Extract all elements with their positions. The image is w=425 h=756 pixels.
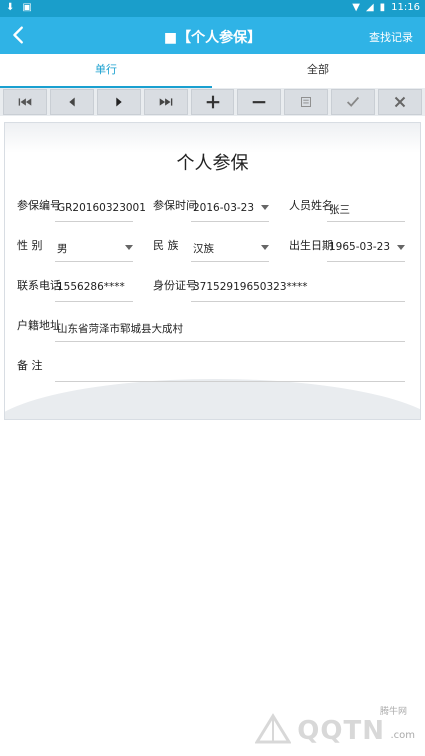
ethnicity-underline — [191, 261, 269, 262]
phone-field[interactable]: 1556286**** — [57, 281, 125, 293]
phone-label: 联系电话 — [17, 279, 61, 292]
download-icon: ⬇ — [6, 2, 15, 13]
name-label: 人员姓名 — [289, 199, 333, 212]
name-field[interactable]: 张三 — [329, 202, 350, 217]
watermark-big-text: QQTN — [297, 716, 385, 746]
watermark-com-text: .com — [390, 730, 415, 741]
card-bottom-band — [5, 379, 420, 419]
id-no-underline — [191, 301, 405, 302]
form-title: 个人参保 — [176, 153, 249, 174]
chevron-down-icon[interactable] — [125, 245, 133, 250]
check-icon — [347, 96, 360, 107]
ethnicity-label: 民 族 — [153, 239, 179, 252]
insurance-no-label: 参保编号 — [17, 199, 61, 212]
insured-date-label: 参保时间 — [153, 199, 197, 212]
edit-record-button[interactable] — [284, 89, 329, 115]
status-bar: ⬇ ▣ ▼ ◢ ▮ 11:16 — [0, 0, 425, 17]
gender-field[interactable]: 男 — [57, 241, 68, 256]
edit-icon — [301, 97, 312, 107]
first-icon — [18, 98, 32, 106]
name-underline — [327, 221, 405, 222]
cancel-record-button[interactable] — [378, 89, 423, 115]
birth-date-label: 出生日期 — [289, 239, 333, 252]
next-record-button[interactable] — [96, 89, 141, 115]
record-toolbar — [0, 88, 425, 116]
empty-area: 腾牛网 QQTN .com — [0, 422, 425, 756]
gender-label: 性 别 — [17, 239, 43, 252]
status-time: 11:16 — [391, 2, 420, 13]
prev-icon — [69, 97, 75, 107]
chevron-down-icon[interactable] — [261, 245, 269, 250]
save-record-button[interactable] — [331, 89, 376, 115]
first-record-button[interactable] — [3, 89, 47, 115]
insurance-no-underline — [55, 221, 133, 222]
phone-underline — [55, 301, 133, 302]
birth-date-underline — [327, 261, 405, 262]
ethnicity-field[interactable]: 汉族 — [193, 241, 214, 256]
id-no-label: 身份证号 — [153, 279, 197, 292]
address-underline — [55, 341, 405, 342]
insured-date-underline — [191, 221, 269, 222]
last-icon — [159, 98, 172, 106]
watermark-logo-icon — [255, 713, 291, 744]
tab-all-label: 全部 — [307, 63, 329, 76]
tab-bar: 单行 全部 — [0, 54, 425, 89]
form-card: 个人参保 参保编号 GR20160323001 参保时间 2016-03-23 … — [4, 122, 421, 420]
remark-underline — [55, 381, 405, 382]
signal-icon: ◢ — [365, 2, 374, 13]
id-no-field[interactable]: 37152919650323**** — [193, 281, 308, 293]
birth-date-field[interactable]: 1965-03-23 — [329, 241, 390, 253]
close-icon — [394, 96, 406, 108]
tab-single-row-label: 单行 — [95, 63, 117, 76]
insurance-no-field[interactable]: GR20160323001 — [57, 202, 146, 214]
chevron-down-icon[interactable] — [261, 205, 269, 210]
address-label: 户籍地址 — [17, 319, 61, 332]
find-record-button[interactable]: 查找记录 — [369, 29, 413, 45]
delete-record-button[interactable] — [237, 89, 282, 115]
add-record-button[interactable] — [190, 89, 235, 115]
wifi-icon: ▼ — [352, 2, 360, 13]
chevron-down-icon[interactable] — [397, 245, 405, 250]
tab-all[interactable]: 全部 — [212, 54, 424, 88]
tab-single-row[interactable]: 单行 — [0, 54, 212, 88]
page-title: ■【个人参保】 — [163, 30, 262, 46]
add-icon — [206, 95, 219, 109]
last-record-button[interactable] — [143, 89, 188, 115]
app-bar: ■【个人参保】 查找记录 — [0, 17, 425, 54]
next-icon — [116, 97, 122, 107]
remark-label: 备 注 — [17, 359, 43, 372]
notification-icon: ▣ — [22, 2, 32, 13]
prev-record-button[interactable] — [49, 89, 94, 115]
battery-icon: ▮ — [379, 2, 386, 13]
remove-icon — [253, 101, 266, 104]
insured-date-field[interactable]: 2016-03-23 — [193, 202, 254, 214]
watermark: 腾牛网 QQTN .com — [255, 707, 415, 750]
address-field[interactable]: 山东省菏泽市郓城县大成村 — [57, 321, 183, 336]
gender-underline — [55, 261, 133, 262]
